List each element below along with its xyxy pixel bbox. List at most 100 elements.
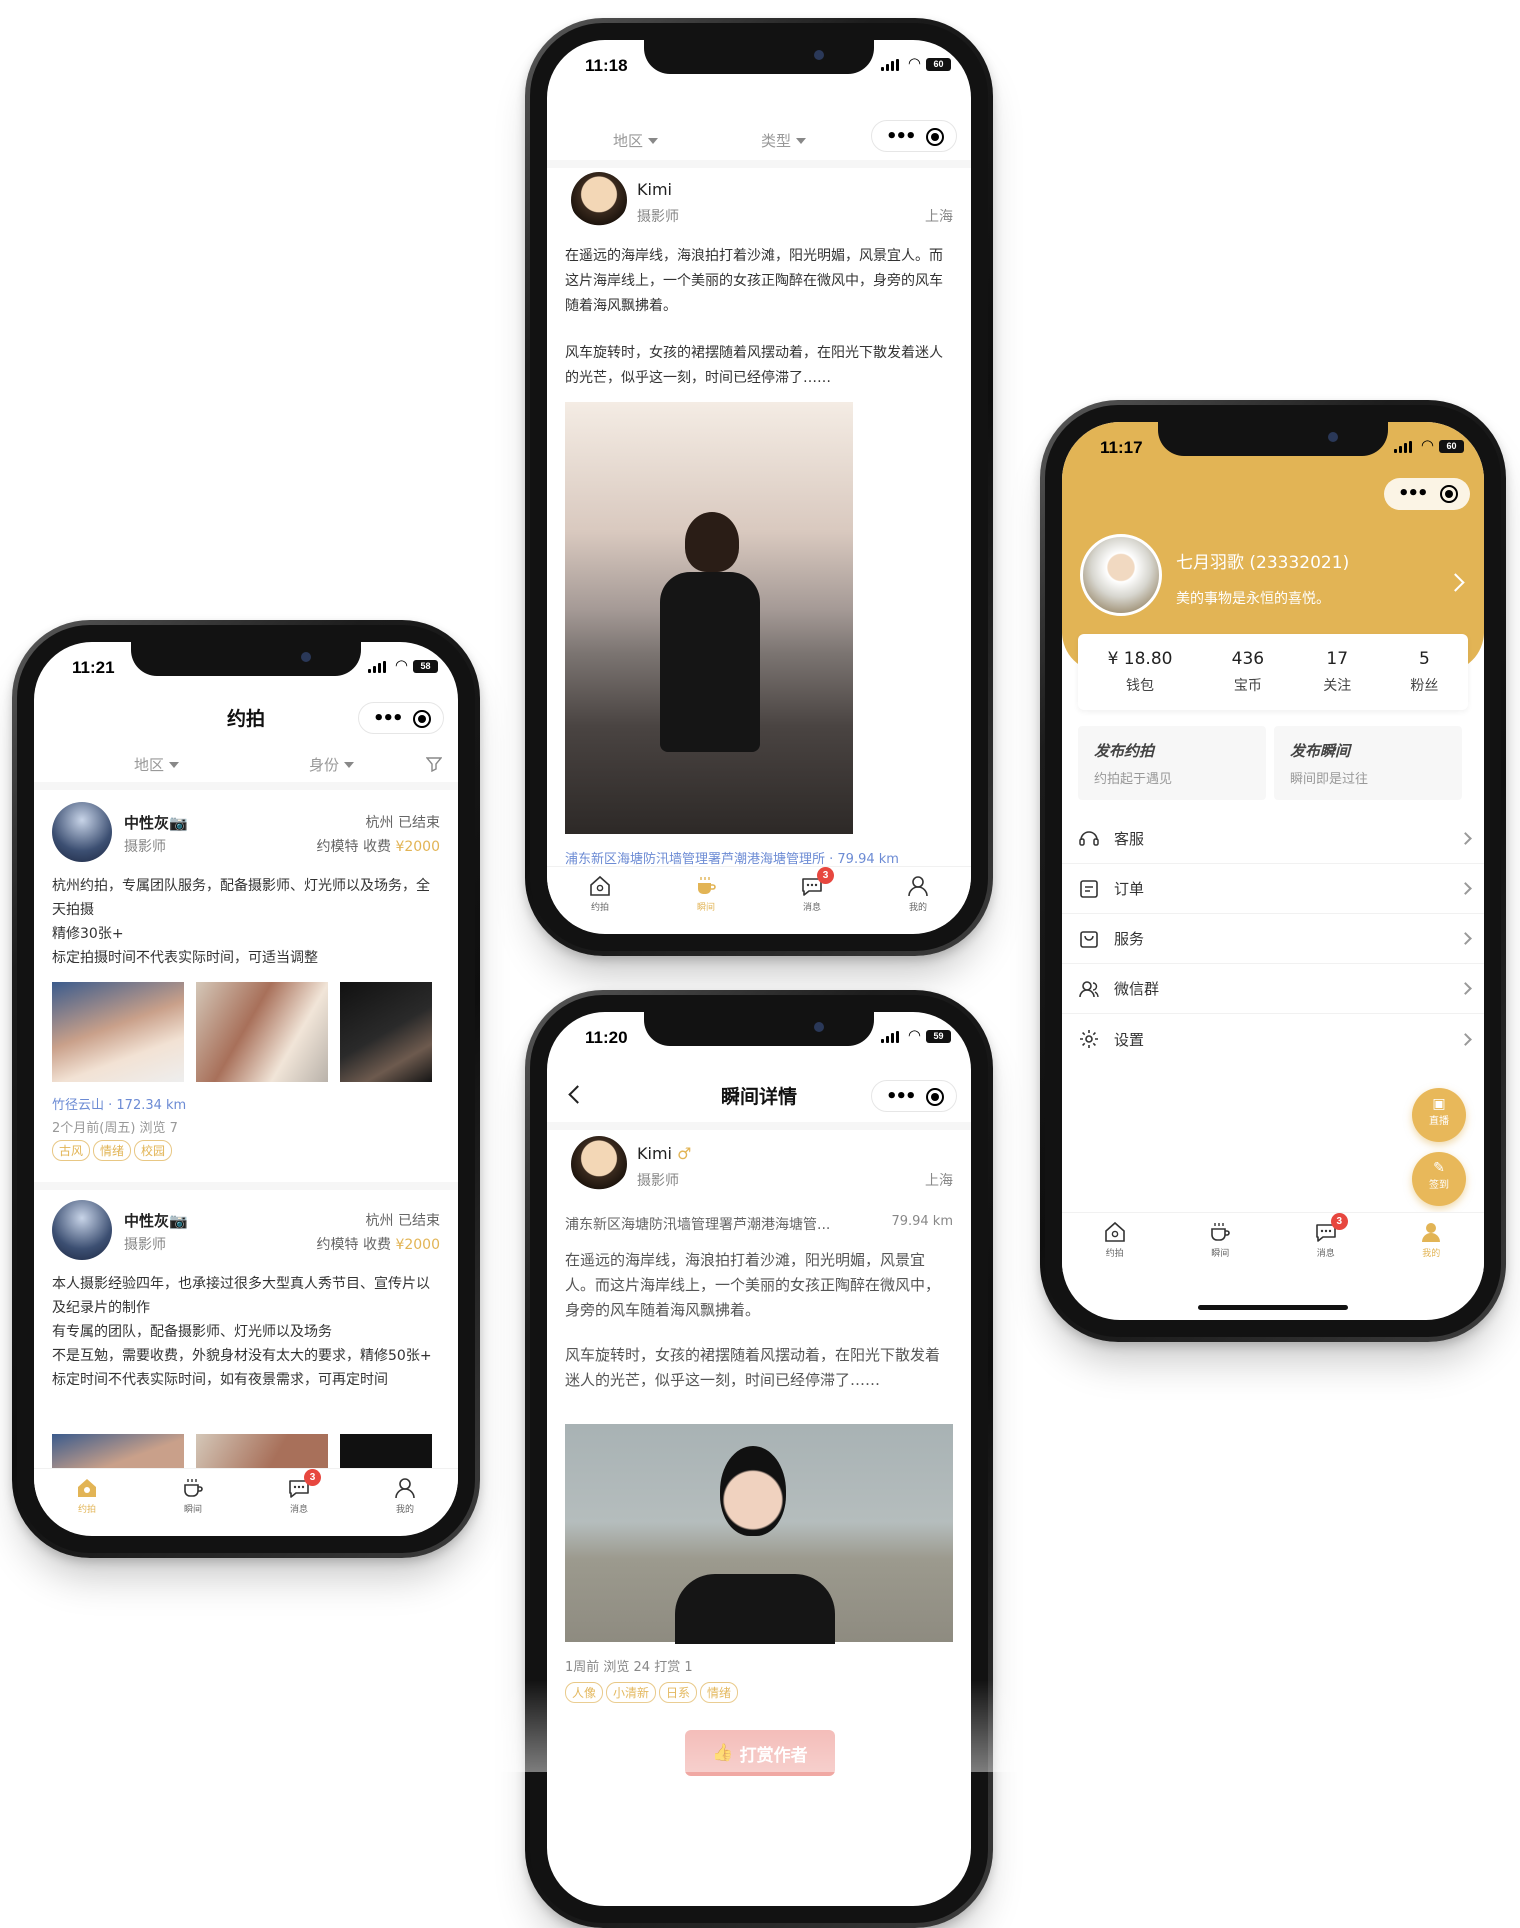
mini-program-capsule[interactable]: ••• — [358, 702, 444, 734]
more-icon[interactable]: ••• — [373, 708, 403, 729]
battery-icon: 59 — [926, 1030, 951, 1043]
photo-thumb[interactable] — [340, 982, 432, 1082]
city-status: 杭州 已结束 — [365, 815, 440, 831]
filter-type[interactable]: 类型 — [761, 130, 806, 151]
tab-wode[interactable]: 我的 — [375, 1475, 435, 1528]
status-time: 11:17 — [1100, 438, 1143, 457]
chevron-right-icon — [1459, 932, 1472, 945]
male-icon: ♂ — [677, 1144, 692, 1163]
tab-wode[interactable]: 我的 — [1401, 1219, 1461, 1272]
funnel-filter-icon[interactable] — [426, 756, 442, 772]
screen-yuepai: 11:21 ◠ 58 约拍 ••• 地区 身份 中性灰📷 摄影师 杭州 已结束 … — [34, 642, 458, 1536]
notch — [644, 40, 874, 74]
close-circle-icon[interactable] — [926, 128, 944, 146]
tab-shunjian[interactable]: 瞬间 — [676, 873, 736, 926]
photo-thumb[interactable] — [52, 982, 184, 1082]
bag-icon — [1080, 930, 1098, 948]
menu-item-settings[interactable]: 设置 — [1062, 1014, 1484, 1064]
tab-xiaoxi[interactable]: 3 消息 — [269, 1469, 329, 1528]
post-meta: 2个月前(周五) 浏览 7 — [52, 1121, 178, 1136]
menu-item-service[interactable]: 服务 — [1062, 914, 1484, 964]
tag[interactable]: 校园 — [134, 1140, 173, 1161]
tab-shunjian[interactable]: 瞬间 — [163, 1475, 223, 1528]
avatar — [571, 1136, 627, 1192]
tag[interactable]: 小清新 — [606, 1682, 657, 1703]
live-fab[interactable]: ▣ 直播 — [1412, 1088, 1466, 1142]
post-text: 本人摄影经验四年，也承接过很多大型真人秀节目、宣传片以及纪录片的制作 有专属的团… — [52, 1276, 432, 1388]
filter-identity[interactable]: 身份 — [309, 754, 354, 775]
gear-icon — [1080, 1030, 1098, 1048]
chevron-right-icon — [1459, 832, 1472, 845]
location-link[interactable]: 竹径云山 · 172.34 km — [52, 1094, 186, 1113]
author-role: 摄影师 — [637, 1173, 679, 1189]
wifi-icon: ◠ — [907, 1026, 921, 1044]
close-circle-icon[interactable] — [413, 710, 431, 728]
publish-yuepai-card[interactable]: 发布约拍 约拍起于遇见 — [1078, 726, 1266, 800]
close-circle-icon[interactable] — [926, 1088, 944, 1106]
order-list-icon — [1080, 879, 1098, 898]
tag[interactable]: 日系 — [659, 1682, 698, 1703]
more-icon[interactable]: ••• — [886, 1086, 916, 1107]
filter-region[interactable]: 地区 — [134, 754, 179, 775]
price-line: 约模特 收费 ¥2000 — [316, 1237, 440, 1253]
menu-item-wechat-group[interactable]: 微信群 — [1062, 964, 1484, 1014]
tab-xiaoxi[interactable]: 3 消息 — [1296, 1213, 1356, 1272]
menu-item-orders[interactable]: 订单 — [1062, 864, 1484, 914]
unread-badge: 3 — [1330, 1213, 1348, 1230]
user-icon — [1422, 1223, 1441, 1242]
tags: 古风 情绪 校园 — [52, 1140, 175, 1161]
stat-following[interactable]: 17 关注 — [1323, 649, 1351, 695]
close-circle-icon[interactable] — [1440, 485, 1458, 503]
home-indicator — [1198, 1305, 1348, 1310]
stat-coins[interactable]: 436 宝币 — [1232, 649, 1264, 695]
stat-followers[interactable]: 5 粉丝 — [1410, 649, 1438, 695]
home-icon — [78, 1479, 96, 1497]
tab-shunjian[interactable]: 瞬间 — [1190, 1219, 1250, 1272]
stat-wallet[interactable]: ¥ 18.80 钱包 — [1108, 649, 1173, 695]
user-icon — [395, 1478, 415, 1499]
signal-icon — [368, 661, 386, 673]
menu-list: 客服 订单 服务 微信群 设置 — [1062, 814, 1484, 1064]
checkin-fab[interactable]: ✎ 签到 — [1412, 1152, 1466, 1206]
location-link[interactable]: 浦东新区海塘防汛墙管理署芦潮港海塘管理所 · 79.94 km — [565, 848, 899, 867]
author-city: 上海 — [925, 1173, 953, 1189]
reward-author-button[interactable]: 👍 打赏作者 — [685, 1730, 835, 1776]
coffee-cup-icon — [698, 877, 716, 894]
location-row[interactable]: 浦东新区海塘防汛墙管理署芦潮港海塘管... 79.94 km — [565, 1214, 953, 1234]
more-icon[interactable]: ••• — [886, 126, 916, 147]
post-card-1[interactable]: 中性灰📷 摄影师 杭州 已结束 约模特 收费 ¥2000 杭州约拍，专属团队服务… — [34, 792, 458, 1182]
menu-item-customer-service[interactable]: 客服 — [1062, 814, 1484, 864]
moment-photo[interactable] — [565, 1424, 953, 1644]
stats-card: ¥ 18.80 钱包 436 宝币 17 关注 5 粉丝 — [1078, 634, 1468, 710]
tag[interactable]: 人像 — [565, 1682, 604, 1703]
post-card-2[interactable]: 中性灰📷 摄影师 杭州 已结束 约模特 收费 ¥2000 本人摄影经验四年，也承… — [34, 1194, 458, 1474]
tag[interactable]: 古风 — [52, 1140, 91, 1161]
avatar[interactable] — [1080, 534, 1162, 616]
tags: 人像 小清新 日系 情绪 — [565, 1682, 741, 1703]
live-icon: ▣ — [1432, 1096, 1446, 1112]
screen-profile: 11:17 ◠ 60 ••• 七月羽歌 (23332021) 美的事物是永恒的喜… — [1062, 422, 1484, 1320]
checkin-icon: ✎ — [1433, 1160, 1445, 1176]
coffee-cup-icon — [184, 1479, 203, 1497]
mini-program-capsule[interactable]: ••• — [871, 1080, 957, 1112]
filter-region[interactable]: 地区 — [613, 130, 658, 151]
chevron-right-icon — [1459, 982, 1472, 995]
price: ¥2000 — [395, 839, 440, 855]
mini-program-capsule[interactable]: ••• — [1384, 478, 1470, 510]
tag[interactable]: 情绪 — [93, 1140, 132, 1161]
tab-yuepai[interactable]: 约拍 — [1085, 1219, 1145, 1272]
post-text: 杭州约拍，专属团队服务，配备摄影师、灯光师以及场务，全天拍摄 精修30张+ 标定… — [52, 878, 430, 966]
tag[interactable]: 情绪 — [700, 1682, 739, 1703]
publish-moment-card[interactable]: 发布瞬间 瞬间即是过往 — [1274, 726, 1462, 800]
tab-xiaoxi[interactable]: 3 消息 — [782, 867, 842, 926]
tab-yuepai[interactable]: 约拍 — [570, 873, 630, 926]
moment-photo[interactable] — [565, 402, 853, 834]
unread-badge: 3 — [304, 1469, 321, 1486]
tab-yuepai[interactable]: 约拍 — [57, 1475, 117, 1528]
photo-thumb[interactable] — [196, 982, 328, 1082]
price: ¥2000 — [395, 1237, 440, 1253]
wifi-icon: ◠ — [907, 54, 921, 72]
more-icon[interactable]: ••• — [1398, 483, 1428, 504]
mini-program-capsule[interactable]: ••• — [871, 120, 957, 152]
tab-wode[interactable]: 我的 — [888, 873, 948, 926]
